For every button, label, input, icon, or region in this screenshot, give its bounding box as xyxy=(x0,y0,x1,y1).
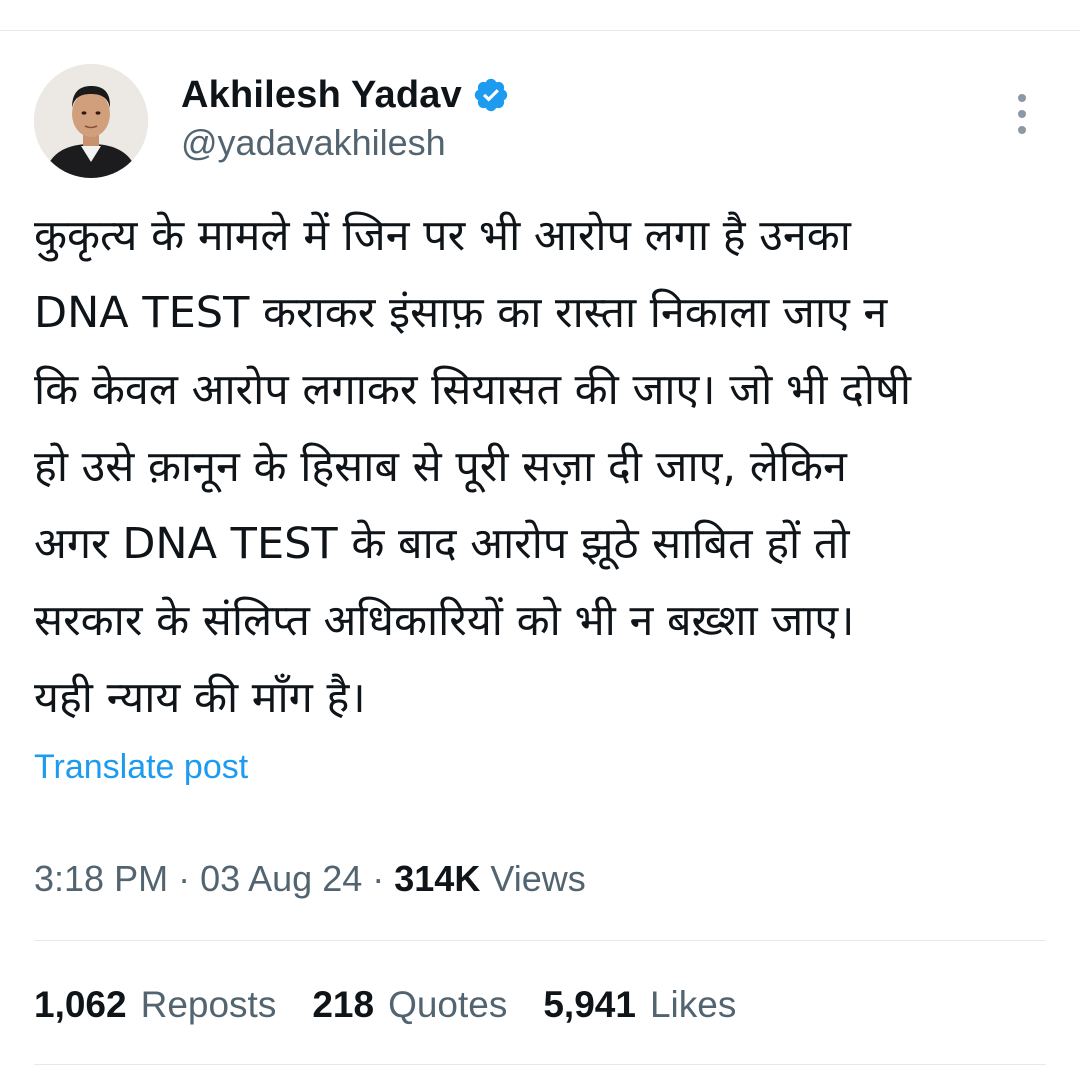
avatar[interactable] xyxy=(34,64,148,178)
engagement-stats: 1,062 Reposts 218 Quotes 5,941 Likes xyxy=(34,984,772,1026)
reposts-label: Reposts xyxy=(140,984,277,1025)
tweet-line: अगर DNA TEST के बाद आरोप झूठे साबित हों … xyxy=(34,519,850,569)
profile-photo-icon xyxy=(34,64,148,178)
user-handle[interactable]: @yadavakhilesh xyxy=(181,122,446,164)
tweet-line: कि केवल आरोप लगाकर सियासत की जाए। जो भी … xyxy=(34,365,911,415)
reposts-stat[interactable]: 1,062 Reposts xyxy=(34,984,276,1026)
name-row: Akhilesh Yadav xyxy=(181,70,510,120)
post-date[interactable]: 03 Aug 24 xyxy=(200,858,362,900)
tweet-header: Akhilesh Yadav @yadavakhilesh xyxy=(34,64,1046,180)
more-options-icon[interactable] xyxy=(1012,94,1032,134)
tweet-line: DNA TEST कराकर इंसाफ़ का रास्ता निकाला ज… xyxy=(34,288,888,338)
tweet-meta: 3:18 PM · 03 Aug 24 · 314K Views xyxy=(34,858,586,900)
views-label: Views xyxy=(490,858,586,899)
tweet-line: सरकार के संलिप्त अधिकारियों को भी न बख़्… xyxy=(34,596,855,646)
stats-divider-top xyxy=(34,940,1046,941)
tweet-text: कुकृत्य के मामले में जिन पर भी आरोप लगा … xyxy=(34,198,1044,737)
views-count: 314K xyxy=(394,858,481,899)
likes-label: Likes xyxy=(649,984,737,1025)
verified-badge-icon xyxy=(472,76,510,114)
likes-count: 5,941 xyxy=(543,984,636,1025)
meta-separator: · xyxy=(178,858,191,899)
tweet-line: यही न्याय की माँग है। xyxy=(34,673,366,723)
likes-stat[interactable]: 5,941 Likes xyxy=(543,984,736,1026)
quotes-count: 218 xyxy=(312,984,375,1025)
more-dot xyxy=(1018,126,1026,134)
stats-divider-bottom xyxy=(34,1064,1046,1065)
tweet-line: कुकृत्य के मामले में जिन पर भी आरोप लगा … xyxy=(34,211,851,261)
more-dot xyxy=(1018,94,1026,102)
reposts-count: 1,062 xyxy=(34,984,127,1025)
top-divider xyxy=(0,30,1080,31)
meta-separator: · xyxy=(372,858,385,899)
display-name[interactable]: Akhilesh Yadav xyxy=(181,74,462,117)
more-dot xyxy=(1018,110,1026,118)
post-time[interactable]: 3:18 PM xyxy=(34,858,168,900)
quotes-stat[interactable]: 218 Quotes xyxy=(312,984,507,1026)
quotes-label: Quotes xyxy=(388,984,508,1025)
tweet-line: हो उसे क़ानून के हिसाब से पूरी सज़ा दी ज… xyxy=(34,442,847,492)
translate-post-link[interactable]: Translate post xyxy=(34,748,248,787)
